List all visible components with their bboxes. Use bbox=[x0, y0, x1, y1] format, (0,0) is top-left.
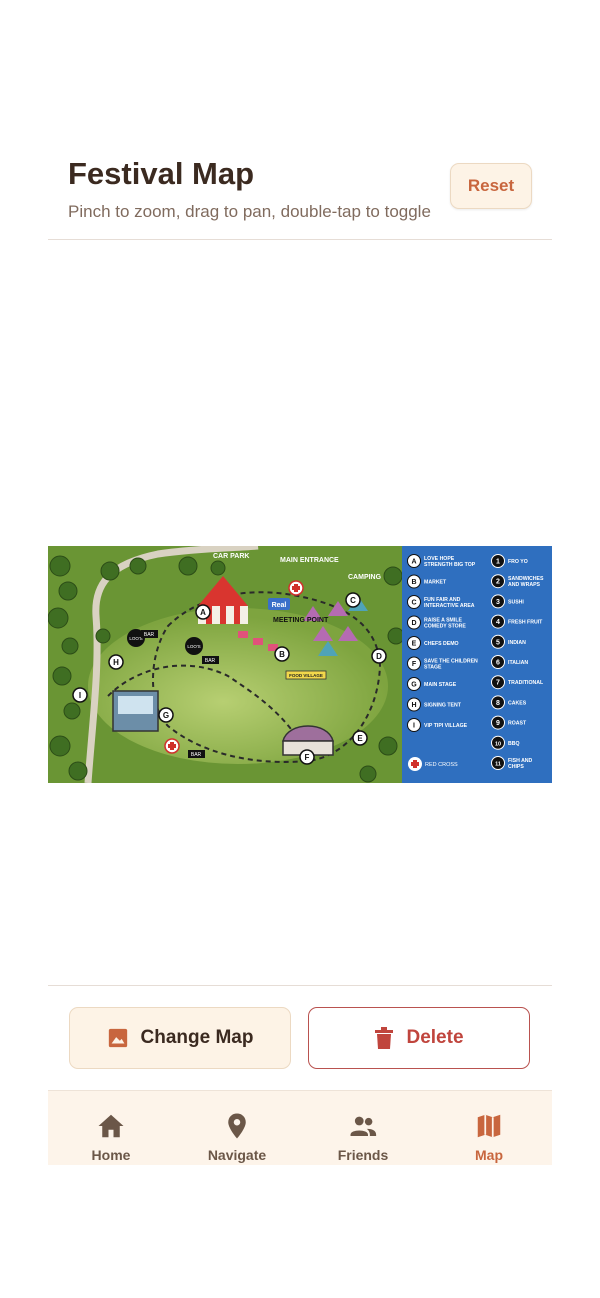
change-map-button[interactable]: Change Map bbox=[69, 1007, 291, 1069]
legend-letter-key: E bbox=[412, 641, 417, 648]
bar-label-1: BAR bbox=[144, 632, 155, 638]
festival-map-graphic: FOOD VILLAGE CAR PARK MAIN ENTRANCE CAMP… bbox=[48, 546, 552, 783]
change-map-label: Change Map bbox=[140, 1027, 254, 1048]
legend-number-text: AND WRAPS bbox=[508, 582, 541, 588]
legend-letter-text: INTERACTIVE AREA bbox=[424, 603, 475, 609]
legend-letter-text: CHEFS DEMO bbox=[424, 641, 459, 647]
map-marker-f: F bbox=[305, 753, 310, 762]
legend-letter-key: F bbox=[412, 661, 417, 668]
map-header: Festival Map Pinch to zoom, drag to pan,… bbox=[48, 150, 552, 240]
legend-number-text: SUSHI bbox=[508, 599, 524, 605]
legend-number-key: 1 bbox=[496, 559, 500, 566]
actions-divider bbox=[48, 985, 552, 986]
legend-letter-key: B bbox=[411, 579, 416, 586]
map-marker-c: C bbox=[350, 596, 356, 605]
tab-navigate-label: Navigate bbox=[207, 1147, 267, 1163]
home-icon bbox=[98, 1114, 124, 1138]
loos-label: LOO'S bbox=[129, 636, 142, 641]
people-icon bbox=[350, 1116, 377, 1136]
legend-letter-key: D bbox=[411, 620, 416, 627]
page-subtitle: Pinch to zoom, drag to pan, double-tap t… bbox=[68, 202, 431, 221]
legend-number-text: FRESH FRUIT bbox=[508, 620, 543, 626]
legend-number-text: CHIPS bbox=[508, 764, 524, 770]
legend-number-key: 9 bbox=[496, 720, 500, 727]
legend-letter-text: VIP TIPI VILLAGE bbox=[424, 723, 468, 729]
image-icon bbox=[108, 1028, 127, 1048]
location-pin-icon bbox=[228, 1113, 246, 1139]
main-entrance-label: MAIN ENTRANCE bbox=[280, 557, 339, 564]
legend-number-key: 10 bbox=[495, 741, 501, 747]
red-cross-icon bbox=[288, 580, 304, 596]
festival-map[interactable]: FOOD VILLAGE CAR PARK MAIN ENTRANCE CAMP… bbox=[48, 546, 552, 783]
legend-letter-text: STRENGTH BIG TOP bbox=[424, 562, 476, 568]
meeting-point-label: MEETING POINT bbox=[273, 617, 329, 624]
legend-letter-key: I bbox=[413, 723, 415, 730]
legend-number-text: TRADITIONAL bbox=[508, 680, 544, 686]
tab-friends[interactable]: Friends bbox=[300, 1091, 426, 1165]
legend-letter-key: A bbox=[411, 559, 416, 566]
tab-friends-label: Friends bbox=[337, 1147, 389, 1163]
map-marker-e: E bbox=[357, 734, 363, 743]
legend-number-text: FRO YO bbox=[508, 559, 528, 565]
header-divider bbox=[48, 239, 552, 240]
tab-home[interactable]: Home bbox=[48, 1091, 174, 1165]
legend-letter-key: C bbox=[411, 600, 416, 607]
legend-number-text: BBQ bbox=[508, 741, 520, 747]
legend-letter-text: COMEDY STORE bbox=[424, 624, 466, 630]
tab-navigate[interactable]: Navigate bbox=[174, 1091, 300, 1165]
loos-label-2: LOO'S bbox=[187, 644, 200, 649]
legend-red-cross-label: RED CROSS bbox=[425, 762, 458, 768]
map-marker-i: I bbox=[79, 691, 81, 700]
legend-number-key: 4 bbox=[496, 619, 500, 626]
legend-number-key: 3 bbox=[496, 599, 500, 606]
legend-letter-d: D RAISE A SMILECOMEDY STORE bbox=[407, 615, 466, 630]
legend-number-text: CAKES bbox=[508, 700, 527, 706]
map-marker-d: D bbox=[376, 652, 382, 661]
legend-number-2: 2 SANDWICHESAND WRAPS bbox=[491, 574, 544, 588]
bar-label-3: BAR bbox=[191, 752, 202, 758]
legend-letter-text: STAGE bbox=[424, 665, 442, 671]
delete-button[interactable]: Delete bbox=[308, 1007, 530, 1069]
bottom-tab-bar: Home Navigate Friends Map bbox=[48, 1090, 552, 1165]
legend-letter-text: MARKET bbox=[424, 580, 447, 586]
trash-icon bbox=[375, 1027, 394, 1049]
camping-label: CAMPING bbox=[348, 574, 382, 581]
map-marker-b: B bbox=[279, 650, 285, 659]
red-cross-icon bbox=[164, 738, 180, 754]
legend-number-key: 5 bbox=[496, 639, 500, 646]
tab-map[interactable]: Map bbox=[426, 1091, 552, 1165]
legend-number-key: 11 bbox=[495, 762, 501, 768]
legend-number-text: ITALIAN bbox=[508, 660, 528, 666]
map-icon bbox=[477, 1114, 501, 1138]
bar-label-2: BAR bbox=[205, 658, 216, 664]
legend-number-text: ROAST bbox=[508, 721, 527, 727]
map-marker-a: A bbox=[200, 608, 206, 617]
real-logo: Real bbox=[272, 602, 287, 609]
delete-label: Delete bbox=[406, 1027, 464, 1048]
legend-number-key: 7 bbox=[496, 680, 500, 687]
legend-letter-key: G bbox=[411, 682, 417, 689]
reset-button[interactable]: Reset bbox=[450, 163, 532, 209]
legend-number-key: 8 bbox=[496, 700, 500, 707]
legend-number-key: 6 bbox=[496, 660, 500, 667]
tab-home-label: Home bbox=[91, 1147, 131, 1163]
legend-letter-text: SIGNING TENT bbox=[424, 703, 462, 709]
legend-letter-key: H bbox=[411, 702, 416, 709]
tab-map-label: Map bbox=[475, 1147, 503, 1163]
page-title: Festival Map bbox=[68, 156, 255, 191]
legend-number-key: 2 bbox=[496, 579, 500, 586]
car-park-label: CAR PARK bbox=[213, 553, 249, 560]
food-village-label: FOOD VILLAGE bbox=[289, 673, 323, 678]
map-marker-g: G bbox=[163, 711, 169, 720]
map-marker-h: H bbox=[113, 658, 119, 667]
legend-letter-text: MAIN STAGE bbox=[424, 682, 457, 688]
legend-number-text: INDIAN bbox=[508, 640, 526, 646]
